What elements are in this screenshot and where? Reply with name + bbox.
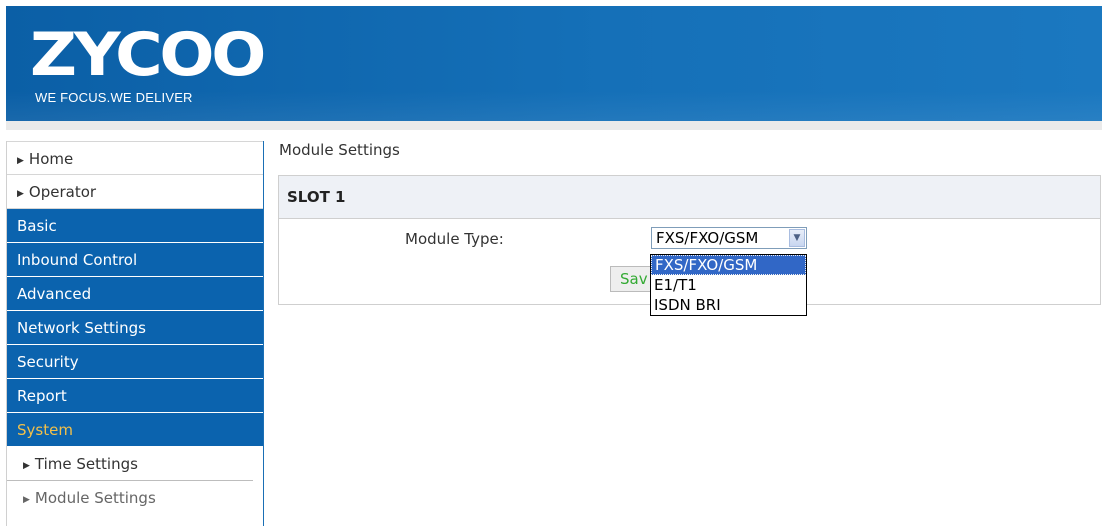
page-title: Module Settings — [279, 141, 400, 159]
dropdown-option-fxs-fxo-gsm[interactable]: FXS/FXO/GSM — [651, 255, 806, 275]
triangle-right-icon: ▶ — [17, 156, 24, 166]
dropdown-option-isdn-bri[interactable]: ISDN BRI — [651, 295, 806, 315]
sidebar-item-advanced[interactable]: Advanced — [7, 277, 263, 311]
header-separator — [6, 121, 1102, 130]
sidebar-item-report[interactable]: Report — [7, 379, 263, 413]
sidebar-subitem-module-settings[interactable]: ▶ Module Settings — [7, 481, 253, 515]
dropdown-option-e1-t1[interactable]: E1/T1 — [651, 275, 806, 295]
sidebar-subitem-label: Time Settings — [34, 455, 138, 473]
sidebar-item-basic[interactable]: Basic — [7, 209, 263, 243]
sidebar-item-label: System — [17, 421, 73, 439]
chevron-down-icon[interactable]: ▼ — [789, 229, 805, 247]
panel-title: SLOT 1 — [279, 176, 1100, 219]
sidebar-item-label: Inbound Control — [17, 251, 138, 269]
module-type-dropdown-list: FXS/FXO/GSM E1/T1 ISDN BRI — [650, 254, 807, 316]
sidebar-item-label: Report — [17, 387, 67, 405]
sidebar-item-label: Home — [28, 150, 74, 168]
logo-text: ZYCOO — [30, 20, 266, 90]
sidebar-item-system[interactable]: System — [7, 413, 263, 447]
sidebar-item-network-settings[interactable]: Network Settings — [7, 311, 263, 345]
triangle-right-icon: ▶ — [23, 495, 30, 505]
sidebar-item-home[interactable]: ▶ Home — [7, 141, 263, 175]
sidebar-item-label: Basic — [17, 217, 57, 235]
sidebar-nav: ▶ Home ▶ Operator Basic Inbound Control Ad… — [6, 141, 264, 526]
module-type-label: Module Type: — [405, 230, 504, 248]
sidebar-item-security[interactable]: Security — [7, 345, 263, 379]
sidebar-subitem-time-settings[interactable]: ▶ Time Settings — [7, 447, 253, 481]
sidebar-item-operator[interactable]: ▶ Operator — [7, 175, 263, 209]
triangle-right-icon: ▶ — [23, 461, 30, 471]
header-banner: ZYCOO WE FOCUS.WE DELIVER — [6, 6, 1102, 121]
sidebar-item-label: Advanced — [17, 285, 92, 303]
sidebar-item-label: Security — [17, 353, 79, 371]
sidebar-subitem-label: Module Settings — [34, 489, 156, 507]
select-value: FXS/FXO/GSM — [656, 229, 759, 247]
triangle-right-icon: ▶ — [17, 189, 24, 199]
module-type-select[interactable]: FXS/FXO/GSM ▼ — [651, 227, 807, 249]
zycoo-logo[interactable]: ZYCOO — [30, 24, 266, 86]
sidebar-item-inbound-control[interactable]: Inbound Control — [7, 243, 263, 277]
sidebar-item-label: Operator — [28, 183, 97, 201]
sidebar-item-label: Network Settings — [17, 319, 146, 337]
logo-tagline: WE FOCUS.WE DELIVER — [35, 90, 193, 105]
